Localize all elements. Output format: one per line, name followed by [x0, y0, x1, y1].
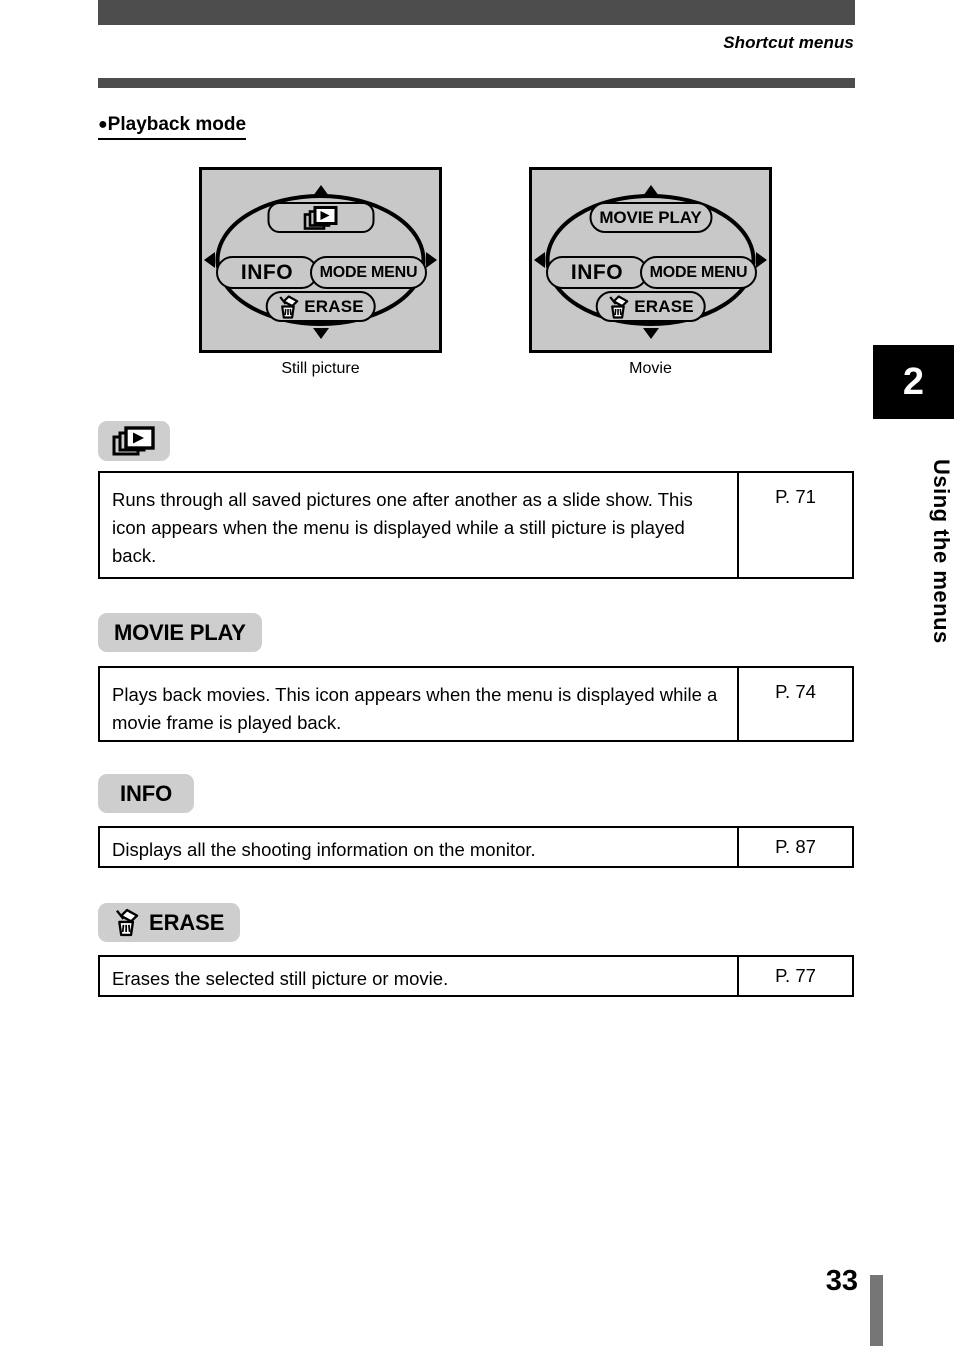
caption-movie: Movie — [629, 360, 672, 377]
slideshow-icon — [303, 205, 338, 230]
arrow-right-icon — [756, 252, 767, 268]
arrow-up-icon — [312, 185, 329, 196]
bullet-icon: ● — [98, 116, 108, 133]
section-heading: ●Playback mode — [98, 114, 247, 140]
badge-slideshow — [98, 421, 170, 461]
lcd-diagram-movie: MOVIE PLAY INFO MODE MENU ERASE — [529, 167, 772, 353]
badge-info: INFO — [98, 774, 195, 813]
entry-description: Displays all the shooting information on… — [100, 828, 739, 866]
badge-label: INFO — [120, 780, 173, 806]
entry-page-reference[interactable]: P. 77 — [739, 957, 852, 995]
badge-movie-play: MOVIE PLAY — [98, 613, 262, 652]
footer-accent-bar — [870, 1275, 883, 1346]
section-heading-label: Playback mode — [107, 114, 247, 135]
arrow-down-icon — [642, 328, 659, 339]
slideshow-icon — [112, 426, 156, 456]
menu-item-info[interactable]: INFO — [216, 256, 318, 289]
entry-table-erase: Erases the selected still picture or mov… — [98, 955, 854, 997]
entry-description: Erases the selected still picture or mov… — [100, 957, 739, 995]
arrow-down-icon — [312, 328, 329, 339]
erase-trash-icon — [277, 294, 299, 319]
lcd-diagram-still-picture: INFO MODE MENU ERASE — [199, 167, 442, 353]
entry-description: Runs through all saved pictures one afte… — [100, 473, 739, 577]
menu-item-info[interactable]: INFO — [546, 256, 648, 289]
entry-description: Plays back movies. This icon appears whe… — [100, 668, 739, 740]
running-head-title: Shortcut menus — [723, 33, 854, 52]
menu-item-erase-label: ERASE — [304, 296, 364, 316]
badge-label: MOVIE PLAY — [114, 619, 246, 645]
entry-page-reference[interactable]: P. 87 — [739, 828, 852, 866]
menu-item-slideshow[interactable] — [267, 202, 374, 233]
erase-trash-icon — [114, 908, 140, 937]
header-rule-bottom — [98, 78, 855, 88]
arrow-right-icon — [426, 252, 437, 268]
entry-table-movie-play: Plays back movies. This icon appears whe… — [98, 666, 854, 742]
caption-still-picture: Still picture — [281, 360, 360, 377]
arrow-left-icon — [534, 252, 545, 268]
menu-item-movie-play[interactable]: MOVIE PLAY — [589, 202, 712, 233]
page-number: 33 — [825, 1265, 858, 1297]
arrow-left-icon — [204, 252, 215, 268]
badge-label: ERASE — [149, 909, 225, 935]
chapter-number-tab: 2 — [873, 345, 954, 419]
badge-erase: ERASE — [98, 903, 241, 942]
header-rule-top — [98, 0, 855, 25]
entry-table-info: Displays all the shooting information on… — [98, 826, 854, 868]
chapter-title-vertical: Using the menus — [929, 458, 954, 644]
entry-page-reference[interactable]: P. 71 — [739, 473, 852, 577]
entry-page-reference[interactable]: P. 74 — [739, 668, 852, 740]
menu-item-mode-menu[interactable]: MODE MENU — [310, 256, 427, 289]
menu-item-erase[interactable]: ERASE — [595, 291, 706, 322]
menu-item-erase[interactable]: ERASE — [265, 291, 376, 322]
entry-table-slideshow: Runs through all saved pictures one afte… — [98, 471, 854, 579]
arrow-up-icon — [642, 185, 659, 196]
erase-trash-icon — [607, 294, 629, 319]
menu-item-erase-label: ERASE — [634, 296, 694, 316]
menu-item-mode-menu[interactable]: MODE MENU — [640, 256, 757, 289]
